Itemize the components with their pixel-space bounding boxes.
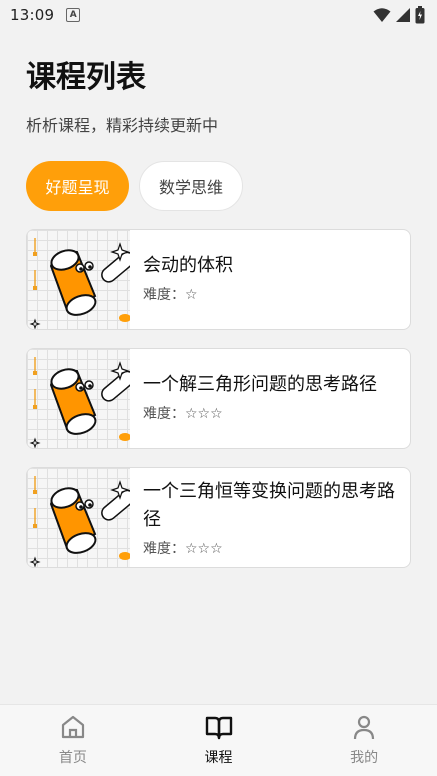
tab-math-thinking[interactable]: 数学思维 [139,161,243,211]
page-title: 课程列表 [26,60,146,95]
book-icon [205,716,232,740]
cylinder-mascot-icon [29,238,130,329]
difficulty-stars: ☆ [185,287,198,303]
nav-home[interactable]: 首页 [0,705,146,776]
course-title: 一个解三角形问题的思考路径 [143,374,377,395]
course-difficulty: 难度：☆ [143,284,400,304]
cylinder-mascot-icon [29,357,130,448]
difficulty-stars: ☆☆☆ [185,406,223,422]
bottom-nav: 首页 课程 我的 [0,704,437,776]
battery-icon [415,6,425,24]
course-difficulty: 难度：☆☆☆ [143,538,400,558]
wifi-icon [373,8,391,22]
nav-profile[interactable]: 我的 [291,705,437,776]
difficulty-label: 难度： [143,541,185,557]
tab-good-problems[interactable]: 好题呈现 [26,161,129,211]
signal-icon [396,8,410,22]
status-time: 13:09 [10,6,55,24]
status-bar: 13:09 A [0,0,437,30]
course-title: 会动的体积 [143,255,233,276]
nav-profile-label: 我的 [350,750,379,766]
difficulty-label: 难度： [143,287,185,303]
category-tabs: 好题呈现 数学思维 [26,161,243,211]
course-title: 一个三角恒等变换问题的思考路径 [143,481,395,530]
course-card[interactable]: 一个三角恒等变换问题的思考路径 难度：☆☆☆ [26,467,411,568]
page-subtitle: 析析课程，精彩持续更新中 [26,116,219,135]
course-card[interactable]: 会动的体积 难度：☆ [26,229,411,330]
course-card[interactable]: 一个解三角形问题的思考路径 难度：☆☆☆ [26,348,411,449]
nav-courses[interactable]: 课程 [146,705,292,776]
person-icon [354,715,375,740]
course-thumbnail [27,349,130,448]
keyboard-badge-icon: A [66,8,81,22]
course-difficulty: 难度：☆☆☆ [143,403,400,423]
difficulty-label: 难度： [143,406,185,422]
course-thumbnail [27,230,130,329]
course-thumbnail [27,468,130,567]
nav-home-label: 首页 [58,750,87,766]
home-icon [61,715,84,739]
cylinder-mascot-icon [29,476,130,567]
nav-courses-label: 课程 [204,750,233,766]
difficulty-stars: ☆☆☆ [185,541,223,557]
